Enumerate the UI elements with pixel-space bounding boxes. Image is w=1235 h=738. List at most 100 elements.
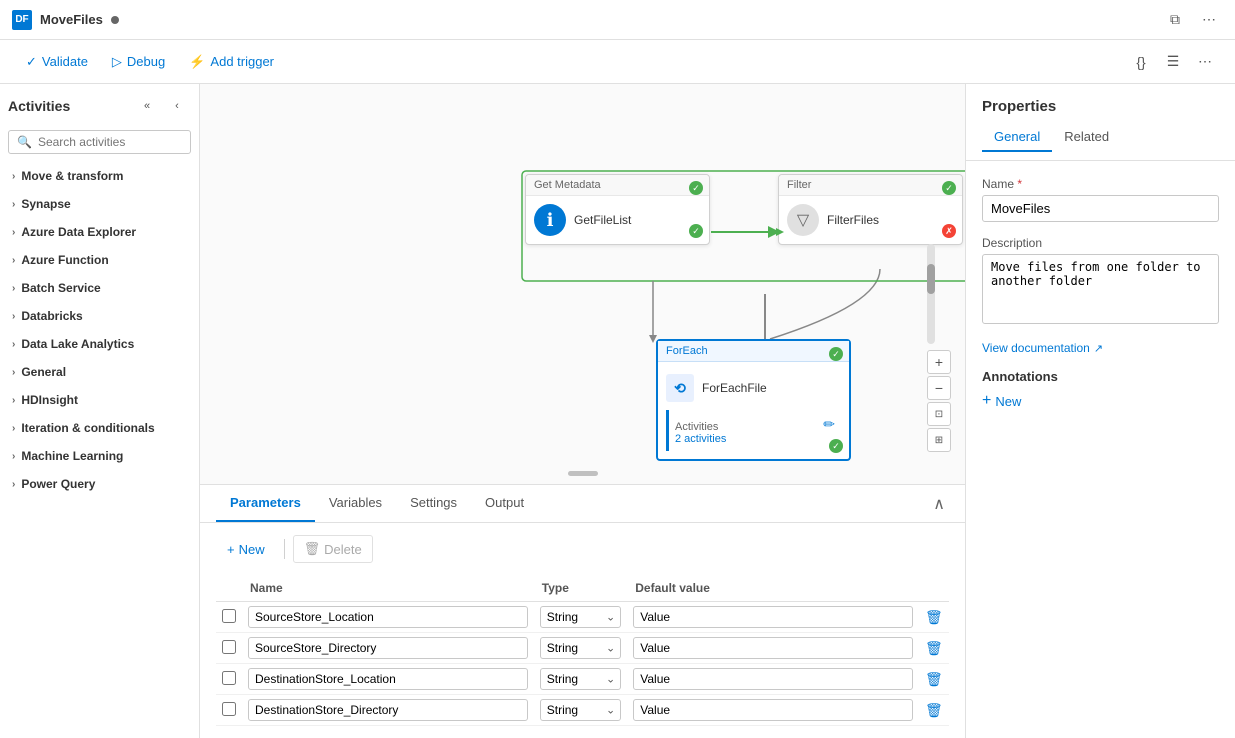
props-content: Name * Description Move files from one f…	[966, 161, 1235, 738]
sidebar-items: › Move & transform › Synapse › Azure Dat…	[0, 162, 199, 738]
filter-icon[interactable]: ‹	[163, 92, 191, 120]
type-select-wrapper-3: StringIntFloatBool	[540, 668, 621, 690]
tab-variables[interactable]: Variables	[315, 485, 396, 522]
diagram-view-button[interactable]: ⊞	[927, 428, 951, 452]
close-bottom-panel[interactable]: ∧	[929, 490, 949, 518]
param-type-2[interactable]: StringIntFloatBool	[540, 637, 621, 659]
param-name-1[interactable]	[248, 606, 528, 628]
view-docs-link[interactable]: View documentation ↗	[982, 341, 1219, 355]
sidebar-item-hdinsight[interactable]: › HDInsight	[0, 386, 199, 414]
get-metadata-node[interactable]: Get Metadata ℹ GetFileList ✓ ✓	[525, 174, 710, 245]
tab-parameters[interactable]: Parameters	[216, 485, 315, 522]
sidebar-search: 🔍	[0, 126, 199, 162]
chevron-icon: ›	[12, 199, 15, 210]
param-default-4[interactable]	[633, 699, 913, 721]
sidebar-item-machine-learning[interactable]: › Machine Learning	[0, 442, 199, 470]
tab-general[interactable]: General	[982, 123, 1052, 152]
foreach-node[interactable]: ForEach ⟲ ForEachFile Activities ✏ 2 act…	[656, 339, 851, 461]
chevron-icon: ›	[12, 367, 15, 378]
foreach-label: ForEachFile	[702, 381, 767, 395]
main-layout: Activities « ‹ 🔍 › Move & transform › Sy…	[0, 84, 1235, 738]
param-default-1[interactable]	[633, 606, 913, 628]
zoom-out-button[interactable]: −	[927, 376, 951, 400]
app-icon: DF	[12, 10, 32, 30]
param-type-3[interactable]: StringIntFloatBool	[540, 668, 621, 690]
search-box: 🔍	[8, 130, 191, 154]
add-trigger-button[interactable]: ⚡ Add trigger	[179, 49, 284, 75]
new-param-button[interactable]: + New	[216, 536, 276, 563]
sidebar-item-move-transform[interactable]: › Move & transform	[0, 162, 199, 190]
description-field-group: Description Move files from one folder t…	[982, 236, 1219, 341]
canvas[interactable]: Get Metadata ℹ GetFileList ✓ ✓ Filter	[200, 84, 965, 484]
param-default-2[interactable]	[633, 637, 913, 659]
tab-output[interactable]: Output	[471, 485, 538, 522]
delete-row-1[interactable]: 🗑	[925, 609, 943, 626]
get-metadata-icon: ℹ	[534, 204, 566, 236]
zoom-in-button[interactable]: +	[927, 350, 951, 374]
sidebar-item-azure-data-explorer[interactable]: › Azure Data Explorer	[0, 218, 199, 246]
zoom-controls: + − ⊡ ⊞	[927, 244, 951, 452]
search-input[interactable]	[38, 135, 182, 149]
sidebar-item-batch-service[interactable]: › Batch Service	[0, 274, 199, 302]
param-type-1[interactable]: StringIntFloatBool	[540, 606, 621, 628]
sidebar-item-azure-function[interactable]: › Azure Function	[0, 246, 199, 274]
col-type: Type	[534, 575, 627, 602]
sidebar-item-synapse[interactable]: › Synapse	[0, 190, 199, 218]
row-checkbox-4[interactable]	[222, 702, 236, 716]
validate-button[interactable]: ✓ Validate	[16, 49, 98, 75]
foreach-body: ⟲ ForEachFile Activities ✏ 2 activities	[658, 362, 849, 459]
success-check-2-icon: ✓	[689, 224, 703, 238]
toolbar-actions: {} ☰ ⋯	[1127, 48, 1219, 76]
edit-icon[interactable]: ✏	[823, 416, 835, 433]
get-metadata-label: GetFileList	[574, 213, 631, 227]
filter-body: ▽ FilterFiles	[779, 196, 962, 244]
filter-icon: ▽	[787, 204, 819, 236]
name-input[interactable]	[982, 195, 1219, 222]
sidebar-item-databricks[interactable]: › Databricks	[0, 302, 199, 330]
add-annotation-button[interactable]: + New	[982, 392, 1021, 410]
delete-row-3[interactable]: 🗑	[925, 671, 943, 688]
sidebar-controls: « ‹	[133, 92, 191, 120]
filter-node[interactable]: Filter ▽ FilterFiles ✓ ✗	[778, 174, 963, 245]
scroll-thumb[interactable]	[927, 264, 935, 294]
delete-param-button[interactable]: 🗑 Delete	[293, 535, 373, 563]
debug-button[interactable]: ▷ Debug	[102, 49, 175, 75]
chevron-icon: ›	[12, 311, 15, 322]
fit-view-button[interactable]: ⊡	[927, 402, 951, 426]
param-default-3[interactable]	[633, 668, 913, 690]
sidebar-item-iteration-conditionals[interactable]: › Iteration & conditionals	[0, 414, 199, 442]
bottom-content: + New 🗑 Delete Name Type	[200, 523, 965, 738]
get-metadata-header: Get Metadata	[526, 175, 709, 196]
param-type-4[interactable]: StringIntFloatBool	[540, 699, 621, 721]
sidebar-header: Activities « ‹	[0, 84, 199, 126]
sidebar-item-power-query[interactable]: › Power Query	[0, 470, 199, 498]
external-link-icon: ↗	[1094, 342, 1103, 355]
tab-settings[interactable]: Settings	[396, 485, 471, 522]
top-bar-left: DF MoveFiles	[12, 10, 1153, 30]
param-name-2[interactable]	[248, 637, 528, 659]
param-name-4[interactable]	[248, 699, 528, 721]
param-name-3[interactable]	[248, 668, 528, 690]
collapse-icon[interactable]: «	[133, 92, 161, 120]
sidebar-title: Activities	[8, 98, 70, 114]
sidebar-item-general[interactable]: › General	[0, 358, 199, 386]
chevron-icon: ›	[12, 255, 15, 266]
activities-count: 2 activities	[675, 433, 835, 445]
row-checkbox-2[interactable]	[222, 640, 236, 654]
delete-row-2[interactable]: 🗑	[925, 640, 943, 657]
more-options-icon[interactable]: ⋯	[1195, 6, 1223, 34]
code-view-icon[interactable]: {}	[1127, 48, 1155, 76]
row-checkbox-3[interactable]	[222, 671, 236, 685]
sidebar-item-data-lake-analytics[interactable]: › Data Lake Analytics	[0, 330, 199, 358]
row-checkbox-1[interactable]	[222, 609, 236, 623]
plus-icon: +	[227, 542, 235, 557]
properties-panel-icon[interactable]: ☰	[1159, 48, 1187, 76]
param-toolbar: + New 🗑 Delete	[216, 535, 949, 563]
description-textarea[interactable]: Move files from one folder to another fo…	[982, 254, 1219, 324]
col-default: Default value	[627, 575, 919, 602]
delete-row-4[interactable]: 🗑	[925, 702, 943, 719]
tab-related[interactable]: Related	[1052, 123, 1121, 152]
chevron-icon: ›	[12, 479, 15, 490]
split-view-icon[interactable]: ⧉	[1161, 6, 1189, 34]
more-toolbar-icon[interactable]: ⋯	[1191, 48, 1219, 76]
